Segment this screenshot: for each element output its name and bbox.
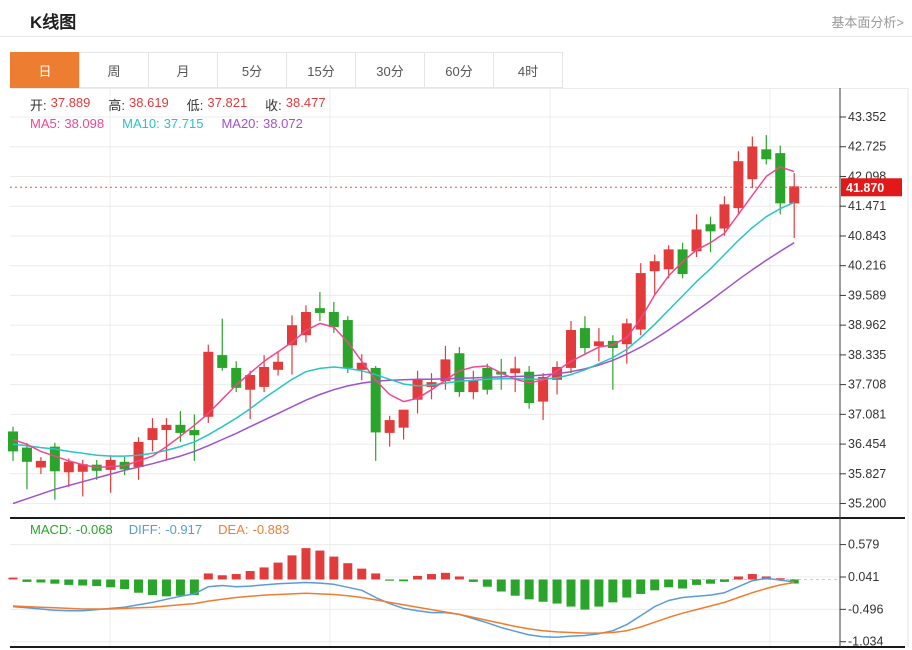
current-price-value: 41.870 [846, 181, 884, 195]
legend-value: -0.068 [76, 522, 113, 537]
fundamental-analysis-link[interactable]: 基本面分析> [831, 12, 904, 31]
legend-value: -0.883 [252, 522, 289, 537]
legend-value: 38.619 [129, 95, 169, 114]
legend-label: 收: [265, 95, 282, 114]
legend-item: MA10: 37.715 [122, 116, 203, 131]
legend-item: DEA: -0.883 [218, 522, 289, 537]
price-axis-label: 42.725 [848, 140, 886, 154]
legend-label: DEA: [218, 522, 248, 537]
legend-label: MA5: [30, 116, 60, 131]
macd-legend: MACD: -0.068 DIFF:-0.917 DEA: -0.883 [30, 522, 289, 537]
legend-value: 37.821 [207, 95, 247, 114]
price-axis-label: 38.335 [848, 348, 886, 362]
legend-value: 38.072 [263, 116, 303, 131]
legend-label: MA10: [122, 116, 160, 131]
legend-value: 38.098 [64, 116, 104, 131]
price-axis-label: 38.962 [848, 318, 886, 332]
legend-item: 低:37.821 [187, 95, 247, 114]
price-axis-label: 39.589 [848, 288, 886, 302]
macd-axis-label: 0.041 [848, 570, 879, 584]
legend-item: 开:37.889 [30, 95, 90, 114]
macd-axis-label: 0.579 [848, 538, 879, 552]
tab-period-2[interactable]: 月 [148, 52, 218, 88]
legend-label: DIFF: [129, 522, 162, 537]
period-tab-bar: 日周月5分15分30分60分4时 [10, 52, 563, 88]
legend-label: MA20: [221, 116, 259, 131]
legend-item: 收:38.477 [265, 95, 325, 114]
price-axis-label: 41.471 [848, 199, 886, 213]
price-axis-label: 40.843 [848, 229, 886, 243]
legend-label: 开: [30, 95, 47, 114]
tab-period-1[interactable]: 周 [79, 52, 149, 88]
tab-period-6[interactable]: 60分 [424, 52, 494, 88]
page-title: K线图 [30, 8, 76, 33]
legend-item: MACD: -0.068 [30, 522, 113, 537]
price-axis-label: 37.081 [848, 407, 886, 421]
macd-axis-label: -0.496 [848, 602, 883, 616]
legend-value: 38.477 [286, 95, 326, 114]
legend-label: 低: [187, 95, 204, 114]
price-axis-label: 37.708 [848, 378, 886, 392]
price-axis-label: 43.352 [848, 110, 886, 124]
legend-item: 高:38.619 [108, 95, 168, 114]
ma-legend: MA5: 38.098 MA10: 37.715 MA20: 38.072 [30, 116, 303, 131]
tab-period-5[interactable]: 30分 [355, 52, 425, 88]
kline-chart[interactable]: 43.35242.72542.09841.47140.84340.21639.5… [0, 88, 912, 650]
price-axis-label: 40.216 [848, 259, 886, 273]
header-divider [0, 36, 912, 37]
price-axis-label: 36.454 [848, 437, 886, 451]
legend-value: -0.917 [165, 522, 202, 537]
legend-value: 37.715 [164, 116, 204, 131]
price-axis-label: 35.827 [848, 467, 886, 481]
legend-label: 高: [108, 95, 125, 114]
tab-period-4[interactable]: 15分 [286, 52, 356, 88]
legend-item: MA5: 38.098 [30, 116, 104, 131]
ohlc-legend: 开:37.889 高:38.619 低:37.821 收:38.477 [30, 95, 326, 114]
legend-label: MACD: [30, 522, 72, 537]
legend-item: DIFF:-0.917 [129, 522, 202, 537]
tab-period-7[interactable]: 4时 [493, 52, 563, 88]
tab-period-0[interactable]: 日 [10, 52, 80, 88]
legend-item: MA20: 38.072 [221, 116, 302, 131]
legend-value: 37.889 [51, 95, 91, 114]
price-axis-label: 35.200 [848, 497, 886, 511]
tab-period-3[interactable]: 5分 [217, 52, 287, 88]
